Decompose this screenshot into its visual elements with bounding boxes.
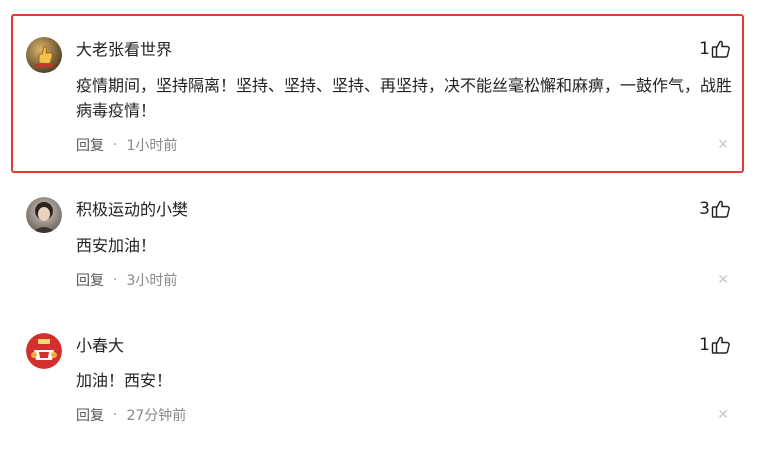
like-count: 1 [699,335,710,355]
comment-item: 大老张看世界 1 疫情期间，坚持隔离！坚持、坚持、坚持、再坚持，决不能丝毫松懈和… [0,0,765,175]
like-count: 3 [699,199,710,219]
comment-item: 积极运动的小樊 3 西安加油！ 回复 · 3小时前 ✕ [0,175,765,310]
thumbs-up-icon[interactable] [711,199,731,219]
separator-dot: · [113,272,118,288]
username[interactable]: 积极运动的小樊 [76,200,188,220]
comment-meta: 回复 · 27分钟前 [76,405,186,425]
close-icon[interactable]: ✕ [717,408,729,422]
close-icon[interactable]: ✕ [717,138,729,152]
comment-item: 小春大 1 加油！西安！ 回复 · 27分钟前 ✕ [0,310,765,458]
like-count: 1 [699,39,710,59]
timestamp: 27分钟前 [126,408,187,424]
reply-button[interactable]: 回复 [76,135,104,155]
reply-button[interactable]: 回复 [76,270,104,290]
avatar[interactable] [26,197,62,233]
like-button[interactable]: 1 [699,335,731,355]
avatar[interactable] [26,37,62,73]
close-icon[interactable]: ✕ [717,273,729,287]
username[interactable]: 小春大 [76,336,124,356]
comment-text: 加油！西安！ [76,371,173,390]
comment-meta: 回复 · 3小时前 [76,270,177,290]
separator-dot: · [113,137,118,153]
comment-meta: 回复 · 1小时前 [76,135,177,155]
thumbs-up-icon[interactable] [711,335,731,355]
comment-text: 疫情期间，坚持隔离！坚持、坚持、坚持、再坚持，决不能丝毫松懈和麻痹，一鼓作气，战… [76,76,733,120]
reply-button[interactable]: 回复 [76,405,104,425]
like-button[interactable]: 3 [699,199,731,219]
timestamp: 1小时前 [126,138,178,154]
timestamp: 3小时前 [126,273,178,289]
like-button[interactable]: 1 [699,39,731,59]
separator-dot: · [113,407,118,423]
avatar[interactable] [26,333,62,369]
thumbs-up-icon[interactable] [711,39,731,59]
comment-text: 西安加油！ [76,236,157,255]
username[interactable]: 大老张看世界 [76,40,172,60]
